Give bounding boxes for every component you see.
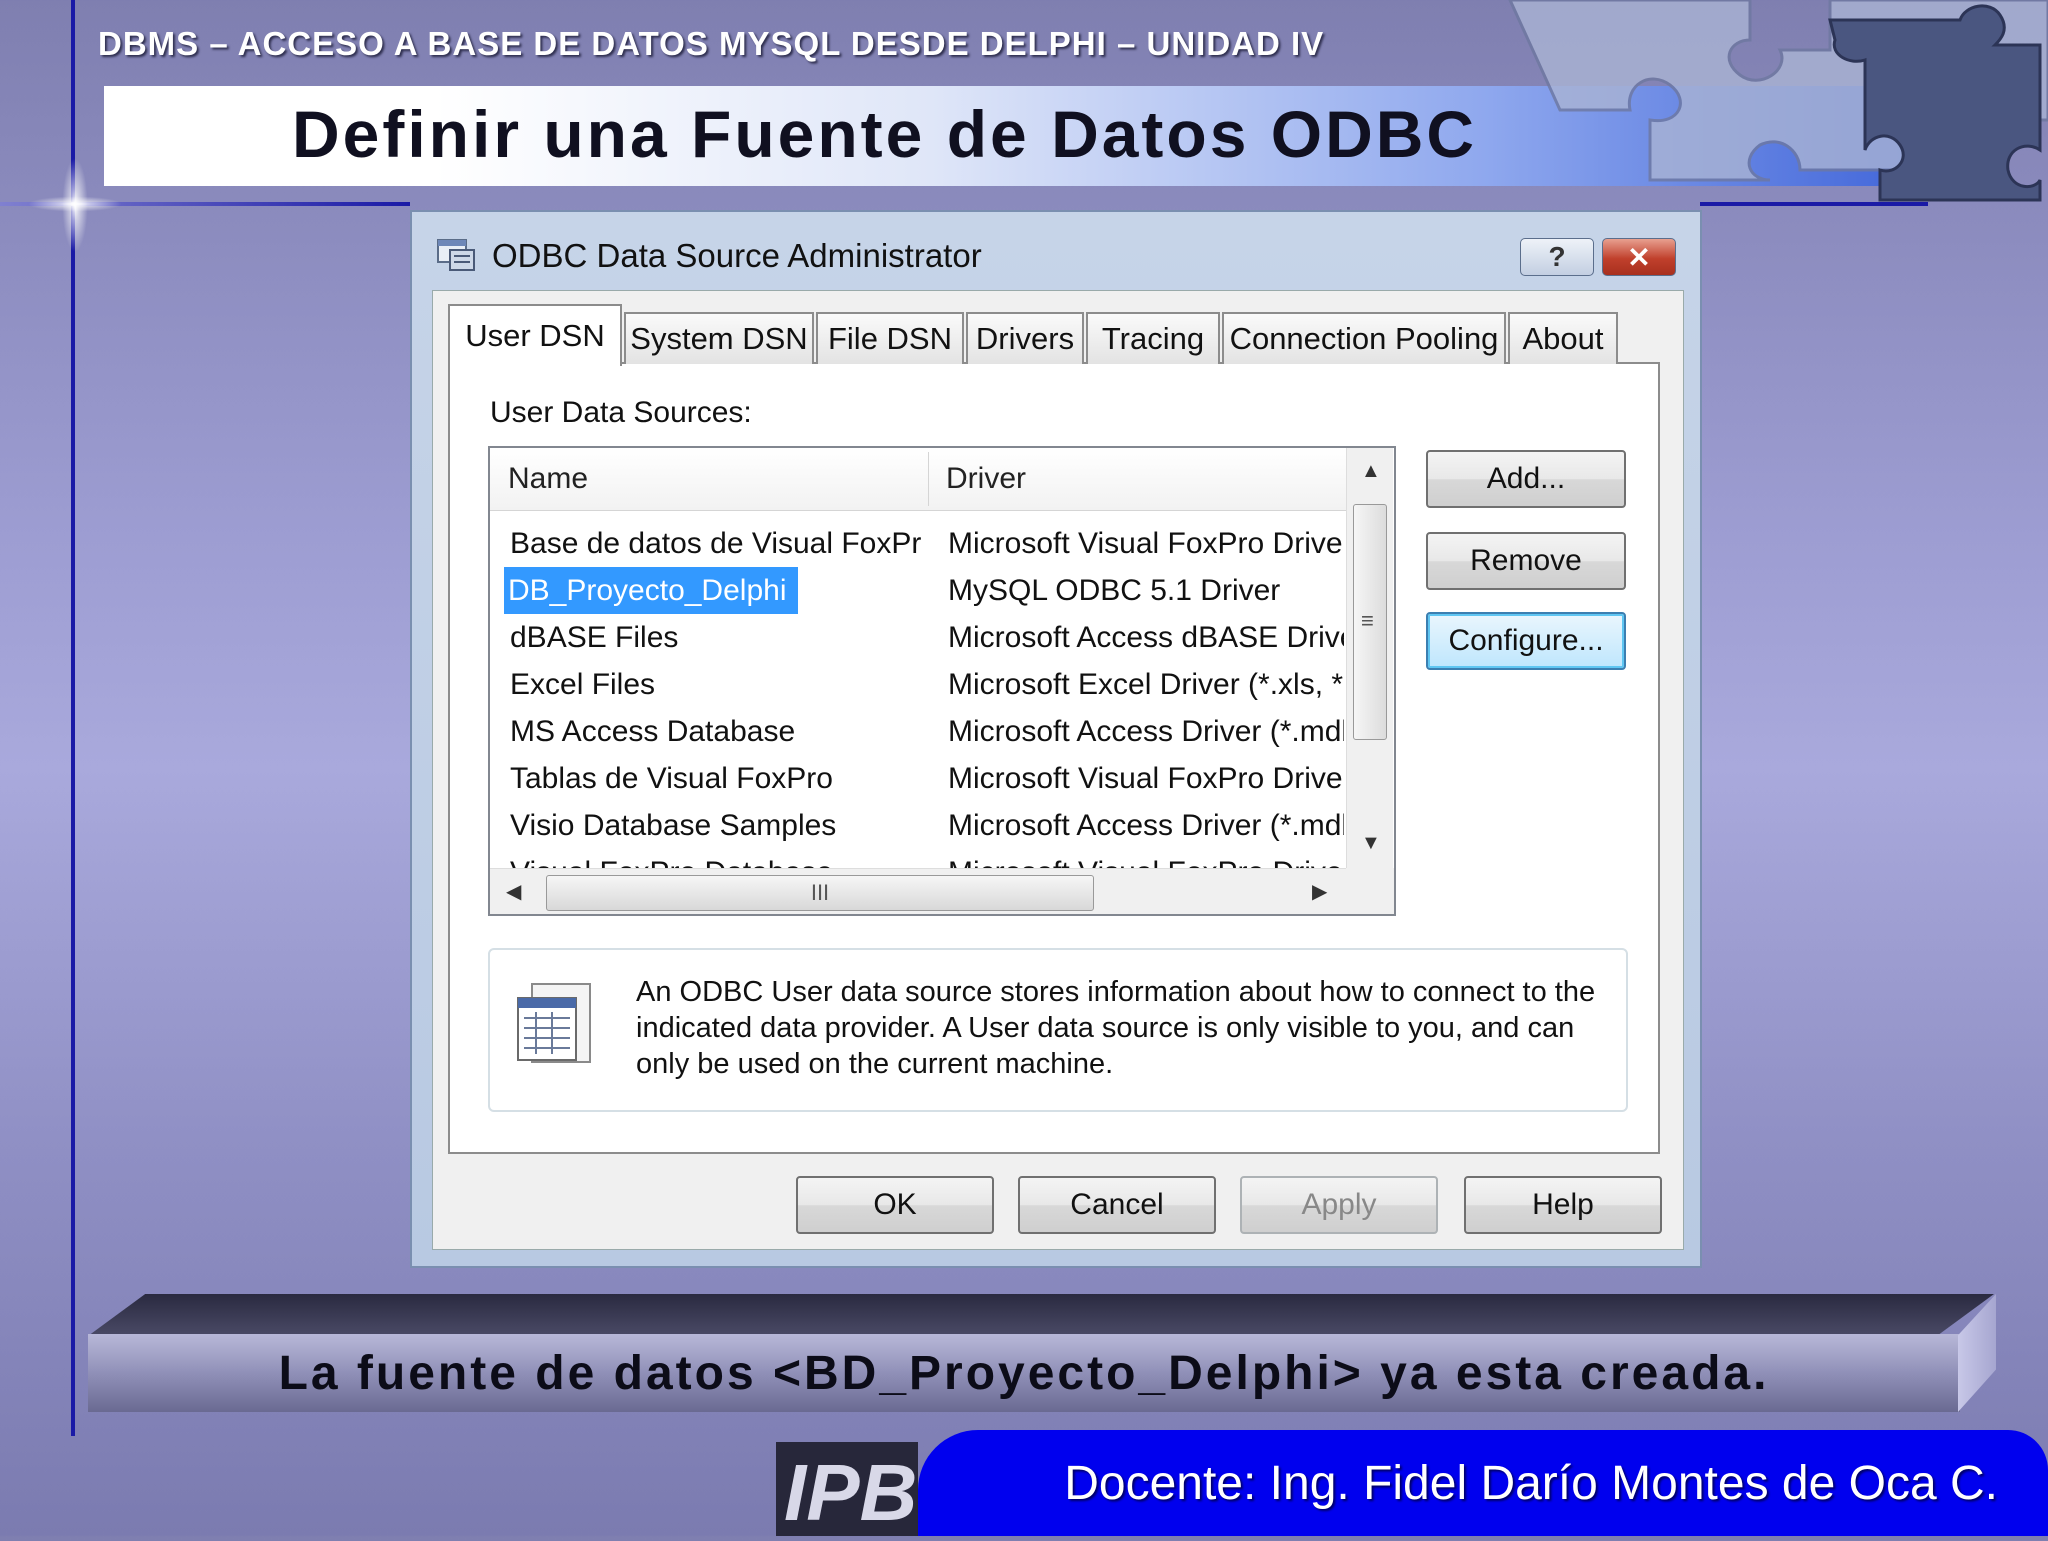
dsn-name: Base de datos de Visual FoxPro (510, 527, 922, 560)
dsn-name: Tablas de Visual FoxPro (510, 762, 833, 795)
horizontal-scroll-thumb[interactable]: III (546, 875, 1094, 911)
tab-user-dsn[interactable]: User DSN (448, 304, 622, 366)
scroll-down-arrow-icon[interactable]: ▼ (1361, 832, 1381, 855)
dsn-name: dBASE Files (510, 621, 679, 654)
dsn-driver: Microsoft Access dBASE Drive (948, 621, 1344, 654)
logo-text: IPB (784, 1448, 917, 1536)
remove-button[interactable]: Remove (1426, 532, 1626, 590)
dsn-driver: MySQL ODBC 5.1 Driver (948, 574, 1281, 607)
list-item[interactable]: Tablas de Visual FoxPro Microsoft Visual… (490, 755, 1346, 802)
course-line: DBMS – ACCESO A BASE DE DATOS MYSQL DESD… (98, 25, 1325, 62)
dsn-driver: Microsoft Visual FoxPro Driver (948, 527, 1344, 560)
vertical-scrollbar[interactable]: ▲ ≡ ▼ (1346, 448, 1393, 868)
help-button[interactable]: Help (1464, 1176, 1662, 1234)
column-header-driver[interactable]: Driver (928, 448, 1346, 510)
scroll-right-arrow-icon[interactable]: ▶ (1312, 879, 1327, 904)
apply-button[interactable]: Apply (1240, 1176, 1438, 1234)
data-source-info-icon (517, 983, 591, 1063)
list-item[interactable]: Base de datos de Visual FoxPro Microsoft… (490, 520, 1346, 567)
grip-icon: ≡ (1361, 608, 1374, 633)
list-item-selected[interactable]: DB_Proyecto_Delphi MySQL ODBC 5.1 Driver (490, 567, 1346, 614)
tab-about[interactable]: About (1508, 312, 1618, 364)
puzzle-pieces-decoration (1508, 0, 2048, 202)
tab-drivers[interactable]: Drivers (966, 312, 1084, 364)
institution-logo: IPB (776, 1442, 918, 1537)
tab-file-dsn[interactable]: File DSN (816, 312, 964, 364)
ok-button[interactable]: OK (796, 1176, 994, 1234)
docente-text: Docente: Ing. Fidel Darío Montes de Oca … (1064, 1456, 1998, 1510)
odbc-admin-icon (437, 239, 475, 271)
dsn-driver: Microsoft Access Driver (*.mdb (948, 809, 1344, 842)
user-data-sources-label: User Data Sources: (490, 396, 752, 429)
info-text: An ODBC User data source stores informat… (636, 976, 1596, 1080)
dsn-name: Excel Files (510, 668, 656, 701)
list-item[interactable]: Visio Database Samples Microsoft Access … (490, 802, 1346, 849)
title-close-button[interactable]: ✕ (1602, 238, 1676, 276)
column-header-name[interactable]: Name (490, 448, 928, 510)
dsn-name: MS Access Database (510, 715, 796, 748)
cancel-button[interactable]: Cancel (1018, 1176, 1216, 1234)
list-item[interactable]: Excel Files Microsoft Excel Driver (*.xl… (490, 661, 1346, 708)
scrollbar-corner (1346, 868, 1394, 914)
tab-system-dsn[interactable]: System DSN (624, 312, 814, 364)
dialog-title: ODBC Data Source Administrator (492, 237, 982, 274)
add-button[interactable]: Add... (1426, 450, 1626, 508)
tab-connection-pooling[interactable]: Connection Pooling (1222, 312, 1506, 364)
user-data-sources-list[interactable]: Name Driver Base de datos de Visual FoxP… (488, 446, 1396, 916)
title-help-button[interactable]: ? (1520, 238, 1594, 276)
configure-button[interactable]: Configure... (1426, 612, 1626, 670)
list-header: Name Driver (490, 448, 1346, 511)
tab-tracing[interactable]: Tracing (1086, 312, 1220, 364)
horizontal-scrollbar[interactable]: ◀ III ▶ (490, 868, 1346, 914)
dsn-name: Visio Database Samples (510, 809, 837, 842)
dsn-driver: Microsoft Access Driver (*.mdb (948, 715, 1344, 748)
scroll-up-arrow-icon[interactable]: ▲ (1361, 460, 1381, 483)
list-item[interactable]: dBASE Files Microsoft Access dBASE Drive (490, 614, 1346, 661)
list-item[interactable]: MS Access Database Microsoft Access Driv… (490, 708, 1346, 755)
scroll-left-arrow-icon[interactable]: ◀ (506, 879, 521, 904)
ipb-logo-icon: IPB (784, 1448, 917, 1537)
slide-title: Definir una Fuente de Datos ODBC (292, 97, 1478, 171)
slide-caption: La fuente de datos <BD_Proyecto_Delphi> … (278, 1346, 1770, 1400)
sparkle-decoration-horizontal (20, 195, 130, 213)
caption-bar-top (88, 1294, 1994, 1336)
dsn-driver: Microsoft Visual FoxPro Driver (948, 762, 1344, 795)
dsn-name-selected: DB_Proyecto_Delphi (504, 567, 799, 614)
dsn-driver: Microsoft Excel Driver (*.xls, *.x (948, 668, 1344, 701)
